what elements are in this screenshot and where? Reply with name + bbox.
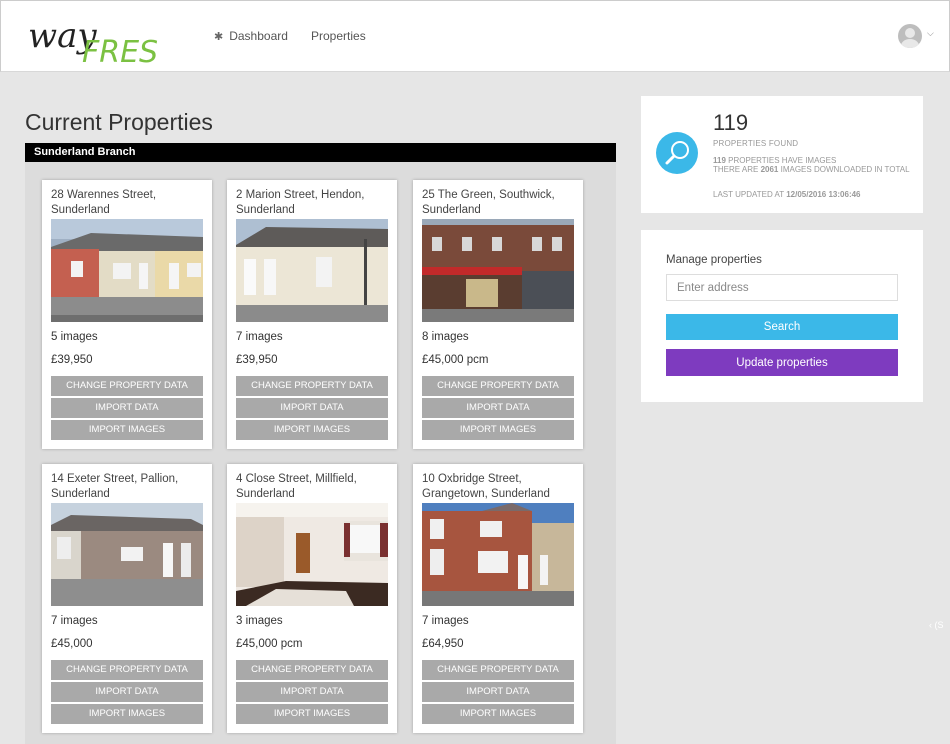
change-property-data-button[interactable]: CHANGE PROPERTY DATA [422,376,574,396]
import-images-button[interactable]: IMPORT IMAGES [51,420,203,440]
property-price: £45,000 pcm [236,638,303,650]
property-photo[interactable] [236,219,388,322]
import-images-button[interactable]: IMPORT IMAGES [236,420,388,440]
property-price: £64,950 [422,638,464,650]
property-price: £39,950 [51,354,93,366]
import-data-button[interactable]: IMPORT DATA [236,682,388,702]
property-photo[interactable] [422,219,574,322]
properties-count: 119 [713,110,749,135]
total-images-text: THERE ARE 2061 IMAGES DOWNLOADED IN TOTA… [713,165,913,174]
property-card: 25 The Green, Southwick, Sunderland 8 im… [413,180,583,449]
import-images-button[interactable]: IMPORT IMAGES [236,704,388,724]
import-images-button[interactable]: IMPORT IMAGES [422,704,574,724]
property-address[interactable]: 10 Oxbridge Street, Grangetown, Sunderla… [422,472,578,502]
import-data-button[interactable]: IMPORT DATA [422,682,574,702]
update-properties-button[interactable]: Update properties [666,349,898,376]
side-edge-text: ‹ (S [929,620,944,630]
nav-dashboard[interactable]: ✱ Dashboard [214,29,288,43]
magnifier-icon [656,132,698,174]
property-photo[interactable] [236,503,388,606]
have-images-label: PROPERTIES HAVE IMAGES [728,156,837,165]
last-updated: LAST UPDATED AT 12/05/2016 13:06:46 [713,190,861,199]
gear-icon: ✱ [214,30,224,43]
manage-properties-panel: Manage properties Search Update properti… [641,230,923,402]
import-data-button[interactable]: IMPORT DATA [51,682,203,702]
image-count: 7 images [51,615,98,627]
total-images-count: 2061 [760,165,779,174]
address-input[interactable] [666,274,898,301]
property-address[interactable]: 28 Warennes Street, Sunderland [51,188,207,218]
total-suffix: IMAGES DOWNLOADED IN TOTAL [780,165,910,174]
page-title: Current Properties [25,109,213,135]
have-images-count: 119 [713,156,726,165]
manage-properties-label: Manage properties [666,254,762,266]
property-address[interactable]: 25 The Green, Southwick, Sunderland [422,188,578,218]
property-card: 2 Marion Street, Hendon, Sunderland 7 im… [227,180,397,449]
last-updated-label: LAST UPDATED AT [713,190,784,199]
property-price: £39,950 [236,354,278,366]
property-card: 4 Close Street, Millfield, Sunderland 3 … [227,464,397,733]
image-count: 3 images [236,615,283,627]
nav-dashboard-label: Dashboard [229,29,288,43]
user-avatar-icon[interactable] [898,24,922,48]
branch-header: Sunderland Branch [25,143,616,162]
image-count: 5 images [51,331,98,343]
import-data-button[interactable]: IMPORT DATA [422,398,574,418]
top-navbar: way FRESH ✱ Dashboard Properties ⌵ [0,0,950,72]
property-card: 10 Oxbridge Street, Grangetown, Sunderla… [413,464,583,733]
change-property-data-button[interactable]: CHANGE PROPERTY DATA [51,376,203,396]
svg-text:FRESH: FRESH [82,35,158,65]
property-address[interactable]: 14 Exeter Street, Pallion, Sunderland [51,472,207,502]
have-images-text: 119 PROPERTIES HAVE IMAGES [713,156,836,165]
last-updated-value: 12/05/2016 13:06:46 [786,190,861,199]
property-address[interactable]: 4 Close Street, Millfield, Sunderland [236,472,392,502]
image-count: 8 images [422,331,469,343]
wayfresh-logo[interactable]: way FRESH [28,7,181,70]
change-property-data-button[interactable]: CHANGE PROPERTY DATA [236,660,388,680]
change-property-data-button[interactable]: CHANGE PROPERTY DATA [51,660,203,680]
change-property-data-button[interactable]: CHANGE PROPERTY DATA [422,660,574,680]
property-photo[interactable] [51,219,203,322]
nav-properties[interactable]: Properties [311,29,366,43]
property-photo[interactable] [422,503,574,606]
import-images-button[interactable]: IMPORT IMAGES [51,704,203,724]
import-data-button[interactable]: IMPORT DATA [236,398,388,418]
import-data-button[interactable]: IMPORT DATA [51,398,203,418]
property-card: 14 Exeter Street, Pallion, Sunderland 7 … [42,464,212,733]
import-images-button[interactable]: IMPORT IMAGES [422,420,574,440]
property-photo[interactable] [51,503,203,606]
property-price: £45,000 [51,638,93,650]
property-card: 28 Warennes Street, Sunderland 5 images … [42,180,212,449]
nav-properties-label: Properties [311,29,366,43]
image-count: 7 images [422,615,469,627]
stats-panel: 119 PROPERTIES FOUND 119 PROPERTIES HAVE… [641,96,923,213]
chevron-down-icon[interactable]: ⌵ [927,28,934,39]
change-property-data-button[interactable]: CHANGE PROPERTY DATA [236,376,388,396]
search-button[interactable]: Search [666,314,898,340]
image-count: 7 images [236,331,283,343]
property-listing: 28 Warennes Street, Sunderland 5 images … [25,162,616,744]
property-price: £45,000 pcm [422,354,489,366]
properties-found-label: PROPERTIES FOUND [713,139,799,148]
property-address[interactable]: 2 Marion Street, Hendon, Sunderland [236,188,392,218]
total-prefix: THERE ARE [713,165,759,174]
